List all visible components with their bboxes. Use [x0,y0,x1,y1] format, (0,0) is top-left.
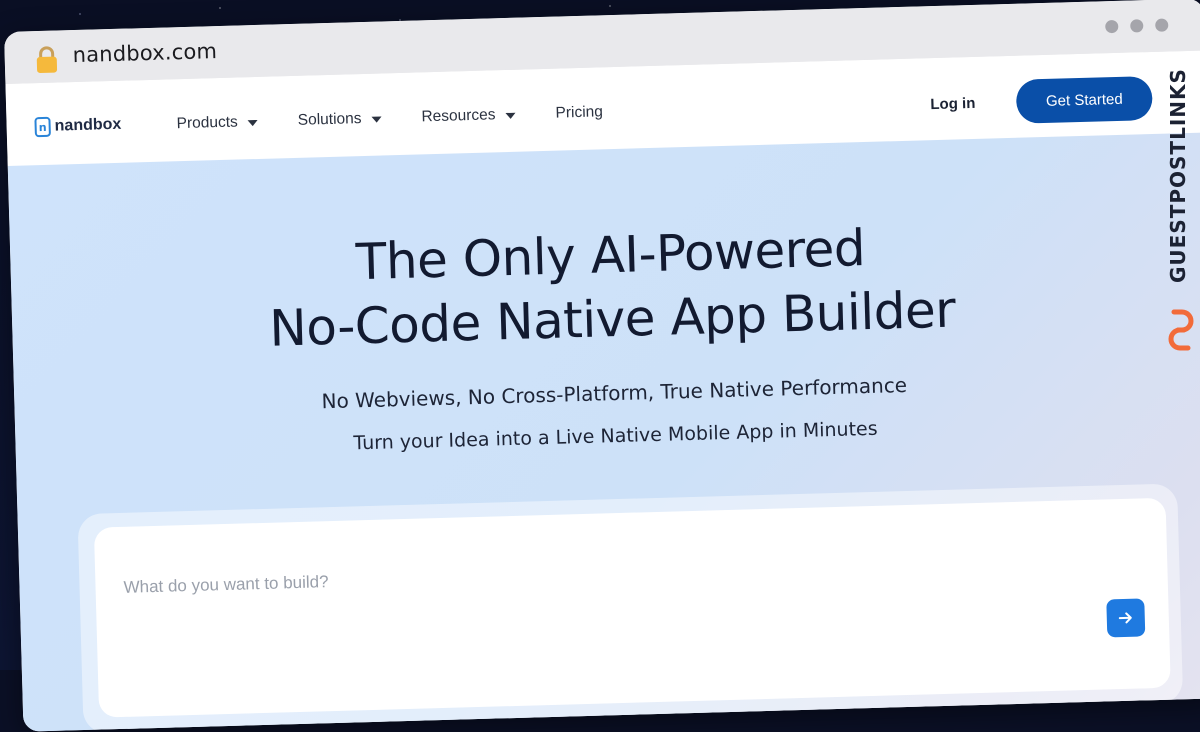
caret-down-icon [247,119,258,127]
build-prompt-input[interactable] [121,554,926,599]
nav-item-solutions[interactable]: Solutions [298,109,382,129]
nav-item-pricing[interactable]: Pricing [555,103,603,122]
caret-down-icon [505,112,516,120]
link-chain-icon [1168,309,1194,351]
nav-item-products[interactable]: Products [176,113,258,133]
watermark-text: GUESTPOSTLINKS [1166,68,1190,284]
main-menu: Products Solutions Resources Pricing [176,103,603,133]
dot [1130,19,1144,33]
submit-prompt-button[interactable] [1106,598,1146,638]
address-bar-url[interactable]: nandbox.com [72,39,217,67]
prompt-container [77,483,1184,732]
dot [1155,18,1169,32]
watermark: GUESTPOSTLINKS [1164,56,1198,356]
prompt-box[interactable] [93,497,1171,718]
browser-window: nandbox.com n nandbox Products Solutions… [4,0,1200,732]
lock-icon [36,46,58,74]
nav-item-resources[interactable]: Resources [421,106,516,127]
get-started-button[interactable]: Get Started [1015,75,1153,124]
nav-item-label: Products [176,113,239,133]
nav-item-label: Pricing [555,103,604,122]
dot [1105,19,1119,34]
arrow-right-icon [1118,612,1132,624]
caret-down-icon [371,116,382,123]
login-link[interactable]: Log in [930,95,975,113]
nav-item-label: Resources [421,106,496,126]
nav-item-label: Solutions [297,110,362,129]
more-dots-icon[interactable] [1105,18,1169,34]
logo-text: nandbox [54,115,122,135]
site-logo[interactable]: n nandbox [34,115,122,138]
hero-title: The Only AI-Powered No-Code Native App B… [10,206,1200,367]
hero-section: The Only AI-Powered No-Code Native App B… [7,132,1200,732]
logo-icon: n [34,116,51,138]
